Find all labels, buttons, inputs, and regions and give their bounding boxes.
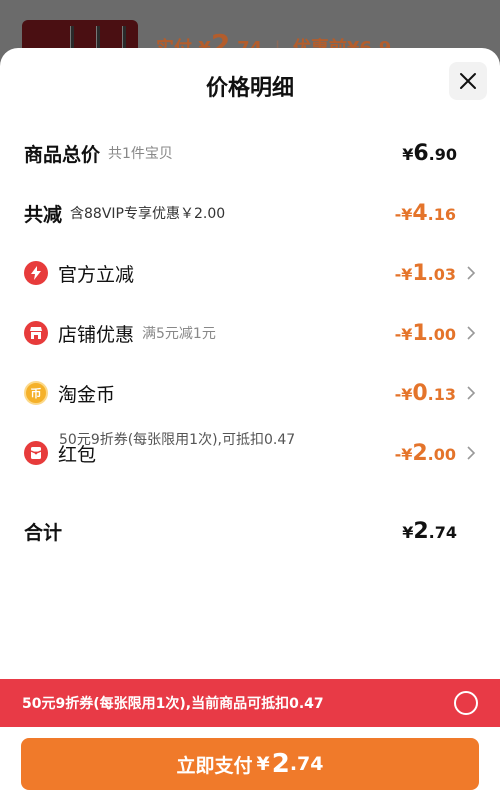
row-total: 商品总价 共1件宝贝 ¥6.90 bbox=[24, 138, 476, 168]
row-taojinbi[interactable]: 币 淘金币 -¥0.13 bbox=[24, 378, 476, 408]
sum-label: 合计 bbox=[24, 521, 63, 544]
store-amount: -¥1.00 bbox=[394, 320, 456, 346]
chevron-right-icon bbox=[467, 446, 476, 460]
total-label: 商品总价 bbox=[24, 143, 101, 166]
coupon-bar[interactable]: 50元9折券(每张限用1次),当前商品可抵扣0.47 bbox=[0, 679, 500, 727]
total-amount: ¥6.90 bbox=[402, 140, 457, 166]
redpacket-amount: -¥2.00 bbox=[394, 440, 456, 466]
reduce-sub: 含88VIP专享优惠￥2.00 bbox=[70, 206, 226, 222]
row-reduce: 共减 含88VIP专享优惠￥2.00 -¥4.16 bbox=[24, 198, 476, 228]
chevron-right-icon bbox=[467, 326, 476, 340]
coupon-radio[interactable] bbox=[454, 691, 478, 715]
red-packet-icon bbox=[24, 441, 48, 465]
official-amount: -¥1.03 bbox=[394, 260, 456, 286]
store-icon bbox=[24, 321, 48, 345]
store-sub: 满5元减1元 bbox=[142, 326, 216, 342]
total-sub: 共1件宝贝 bbox=[108, 146, 173, 162]
official-label: 官方立减 bbox=[58, 263, 135, 286]
pay-now-button[interactable]: 立即支付 ¥2.74 bbox=[21, 738, 479, 790]
coin-icon: 币 bbox=[24, 381, 48, 405]
row-sum: 合计 ¥2.74 bbox=[24, 516, 476, 546]
lightning-icon bbox=[24, 261, 48, 285]
row-store-discount[interactable]: 店铺优惠 满5元减1元 -¥1.00 bbox=[24, 318, 476, 348]
close-button[interactable] bbox=[449, 62, 487, 100]
reduce-amount: -¥4.16 bbox=[394, 200, 456, 226]
pay-button-label: 立即支付 bbox=[176, 754, 253, 777]
row-official-discount[interactable]: 官方立减 -¥1.03 bbox=[24, 258, 476, 288]
reduce-label: 共减 bbox=[24, 203, 63, 226]
chevron-right-icon bbox=[467, 266, 476, 280]
coin-amount: -¥0.13 bbox=[394, 380, 456, 406]
sheet-title: 价格明细 bbox=[205, 76, 294, 101]
redpacket-note: 50元9折券(每张限用1次),可抵扣0.47 bbox=[59, 432, 296, 448]
chevron-right-icon bbox=[467, 386, 476, 400]
coupon-text: 50元9折券(每张限用1次),当前商品可抵扣0.47 bbox=[22, 696, 324, 712]
sum-amount: ¥2.74 bbox=[402, 518, 457, 544]
store-label: 店铺优惠 bbox=[58, 323, 135, 346]
coin-label: 淘金币 bbox=[58, 383, 116, 406]
close-icon bbox=[460, 73, 476, 89]
